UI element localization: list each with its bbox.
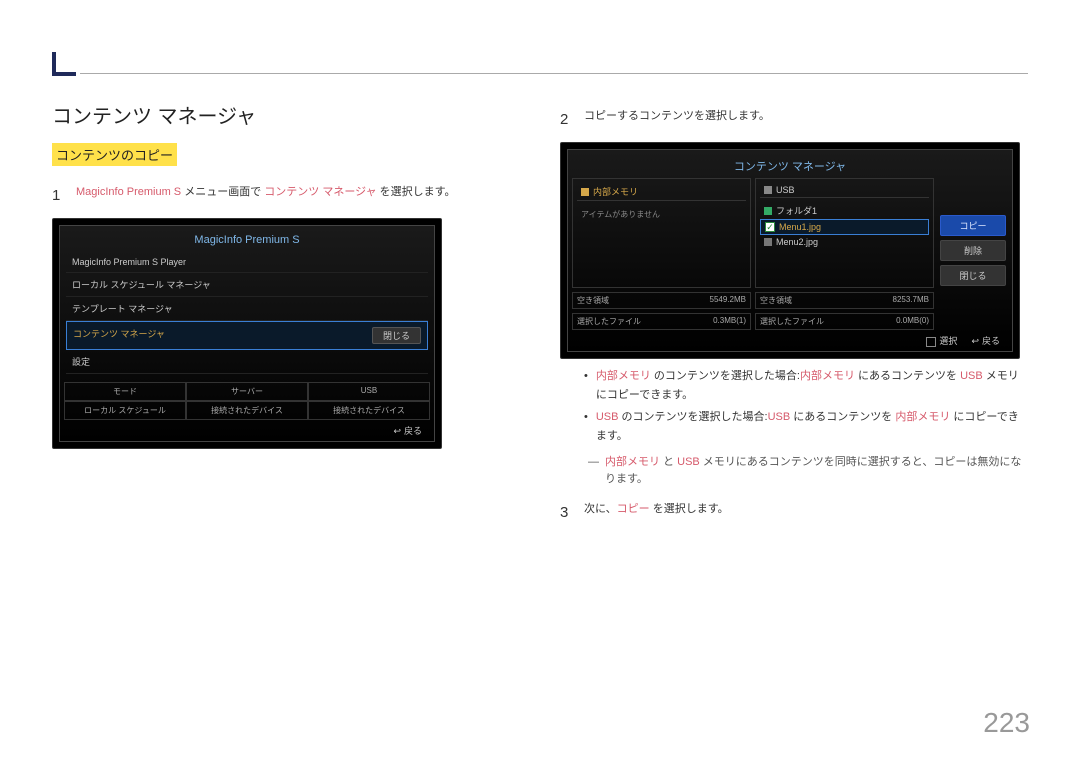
- selected-file-usb: 選択したファイル0.0MB(0): [755, 313, 934, 330]
- select-hint: 選択: [926, 334, 957, 347]
- tab-usb[interactable]: USB: [760, 183, 929, 198]
- usb-icon: [764, 186, 772, 194]
- top-rule: [80, 73, 1028, 74]
- screenshot-menu: MagicInfo Premium S MagicInfo Premium S …: [52, 218, 442, 449]
- return-icon: [393, 426, 404, 436]
- delete-button[interactable]: 削除: [940, 240, 1006, 261]
- bottom-bar: 選択 戻る: [572, 330, 1008, 347]
- usb-pane: USB フォルダ1 ✓ Menu1.jpg Menu2.jpg: [755, 178, 934, 288]
- step-text: MagicInfo Premium S メニュー画面で コンテンツ マネージャ …: [76, 184, 456, 208]
- step-number: 1: [52, 184, 66, 208]
- left-column: コンテンツ マネージャ コンテンツのコピー 1 MagicInfo Premiu…: [52, 100, 520, 703]
- bullet-item: • USB のコンテンツを選択した場合:USB にあるコンテンツを 内部メモリ …: [584, 408, 1028, 445]
- page-title: コンテンツ マネージャ: [52, 100, 520, 129]
- info-grid: モード サーバー USB ローカル スケジュール 接続されたデバイス 接続された…: [64, 382, 430, 420]
- close-button[interactable]: 閉じる: [372, 327, 421, 344]
- memory-icon: [581, 188, 589, 196]
- free-space-internal: 空き領域5549.2MB: [572, 292, 751, 309]
- step1-product: MagicInfo Premium S: [76, 186, 181, 198]
- step-number: 2: [560, 108, 574, 132]
- menu-item-selected[interactable]: コンテンツ マネージャ 閉じる: [66, 321, 428, 350]
- page-number: 223: [983, 707, 1030, 739]
- bullet-item: • 内部メモリ のコンテンツを選択した場合:内部メモリ にあるコンテンツを US…: [584, 367, 1028, 404]
- info-cell: サーバー: [186, 382, 308, 401]
- bullet-dot-icon: •: [584, 367, 588, 404]
- page-content: コンテンツ マネージャ コンテンツのコピー 1 MagicInfo Premiu…: [52, 100, 1028, 703]
- info-cell: モード: [64, 382, 186, 401]
- return-hint: 戻る: [971, 334, 1000, 347]
- info-cell: 接続されたデバイス: [186, 401, 308, 420]
- step-text: コピーするコンテンツを選択します。: [584, 108, 770, 132]
- checkbox-checked-icon: ✓: [765, 222, 775, 232]
- step-text: 次に、コピー を選択します。: [584, 501, 729, 525]
- menu-item[interactable]: テンプレート マネージャ: [66, 297, 428, 321]
- file-icon: [764, 238, 772, 246]
- folder-item[interactable]: フォルダ1: [760, 202, 929, 219]
- step-2: 2 コピーするコンテンツを選択します。: [560, 108, 1028, 132]
- enter-icon: [926, 337, 936, 347]
- menu-item[interactable]: MagicInfo Premium S Player: [66, 252, 428, 273]
- info-cell: USB: [308, 382, 430, 401]
- empty-message: アイテムがありません: [577, 205, 746, 224]
- corner-decoration: [52, 52, 76, 76]
- step1-menu: コンテンツ マネージャ: [264, 186, 376, 198]
- free-space-usb: 空き領域8253.7MB: [755, 292, 934, 309]
- internal-memory-pane: 内部メモリ アイテムがありません: [572, 178, 751, 288]
- screen2-title: コンテンツ マネージャ: [572, 154, 1008, 178]
- menu-item[interactable]: ローカル スケジュール マネージャ: [66, 273, 428, 297]
- bullet-list: • 内部メモリ のコンテンツを選択した場合:内部メモリ にあるコンテンツを US…: [584, 367, 1028, 446]
- bullet-dot-icon: •: [584, 408, 588, 445]
- step-3: 3 次に、コピー を選択します。: [560, 501, 1028, 525]
- screenshot-content-manager: コンテンツ マネージャ 内部メモリ アイテムがありません USB フォルダ1 ✓…: [560, 142, 1020, 359]
- return-icon: [971, 336, 982, 346]
- folder-icon: [764, 207, 772, 215]
- dash-icon: ―: [588, 454, 599, 489]
- section-title: コンテンツのコピー: [52, 143, 177, 166]
- screen1-title: MagicInfo Premium S: [64, 230, 430, 250]
- close-button[interactable]: 閉じる: [940, 265, 1006, 286]
- bottom-bar: 戻る: [64, 420, 430, 437]
- step-1: 1 MagicInfo Premium S メニュー画面で コンテンツ マネージ…: [52, 184, 520, 208]
- action-buttons: コピー 削除 閉じる: [938, 178, 1008, 288]
- tab-internal[interactable]: 内部メモリ: [577, 183, 746, 201]
- info-cell: 接続されたデバイス: [308, 401, 430, 420]
- file-item-selected[interactable]: ✓ Menu1.jpg: [760, 219, 929, 235]
- step-number: 3: [560, 501, 574, 525]
- right-column: 2 コピーするコンテンツを選択します。 コンテンツ マネージャ 内部メモリ アイ…: [560, 100, 1028, 703]
- copy-button[interactable]: コピー: [940, 215, 1006, 236]
- menu-item[interactable]: 設定: [66, 350, 428, 374]
- selected-file-internal: 選択したファイル0.3MB(1): [572, 313, 751, 330]
- info-cell: ローカル スケジュール: [64, 401, 186, 420]
- file-item[interactable]: Menu2.jpg: [760, 235, 929, 249]
- dash-note: ― 内部メモリ と USB メモリにあるコンテンツを同時に選択すると、コピーは無…: [588, 454, 1028, 489]
